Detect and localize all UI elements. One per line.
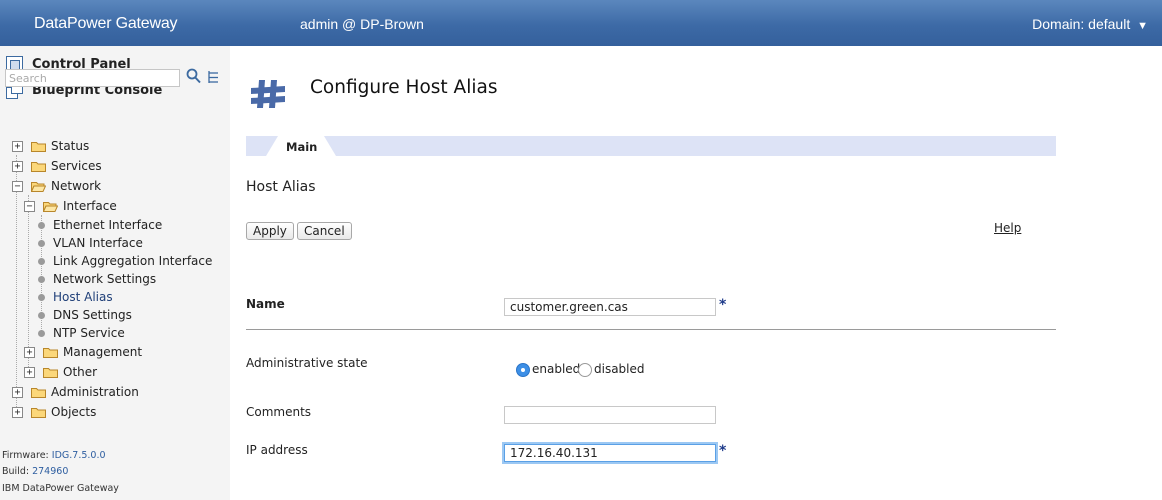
chevron-down-icon[interactable]: ▼ [1137,20,1148,32]
firmware-info: Firmware: IDG.7.5.0.0 [2,450,106,461]
tree-item-label[interactable]: VLAN Interface [53,236,143,250]
tree-item-label[interactable]: NTP Service [53,326,125,340]
disabled-radio[interactable] [578,363,592,377]
divider [246,329,1056,330]
tree-item-management[interactable]: + Management [24,343,142,361]
tree-item-objects[interactable]: + Objects [12,403,96,421]
cancel-button[interactable]: Cancel [297,222,352,240]
domain-label[interactable]: Domain: default [1032,16,1130,32]
bullet-icon [38,239,45,247]
folder-icon [31,407,46,418]
folder-icon [31,141,46,152]
tree-item-vlan-interface[interactable]: VLAN Interface [38,234,143,252]
bullet-icon [38,293,45,301]
tree-item-label[interactable]: Host Alias [53,290,113,304]
tree-item-other[interactable]: + Other [24,363,97,381]
top-header: DataPower Gateway admin @ DP-Brown Domai… [0,0,1162,46]
expand-icon[interactable]: + [24,346,35,358]
tree-item-network[interactable]: − Network [12,177,101,195]
tree-item-status[interactable]: + Status [12,137,89,155]
bullet-icon [38,257,45,265]
folder-icon [43,367,58,378]
bullet-icon [38,311,45,319]
tree-item-dns-settings[interactable]: DNS Settings [38,306,132,324]
tree-item-label[interactable]: Network Settings [53,272,156,286]
enabled-label[interactable]: enabled [532,362,580,376]
tree-item-label[interactable]: Administration [51,385,139,399]
admin-state-label: Administrative state [246,356,368,370]
tree-item-label[interactable]: Services [51,159,102,173]
bullet-icon [38,275,45,283]
expand-icon[interactable]: + [12,386,23,398]
tab-main-label[interactable]: Main [286,140,317,154]
build-value: 274960 [32,466,69,477]
tree-item-services[interactable]: + Services [12,157,102,175]
tree-item-interface[interactable]: − Interface [24,197,117,215]
tab-bar [246,136,1056,156]
build-info: Build: 274960 [2,466,68,477]
tree-item-administration[interactable]: + Administration [12,383,139,401]
expand-icon[interactable]: + [24,366,35,378]
host-alias-icon [251,80,285,108]
comments-label: Comments [246,405,312,419]
folder-icon [31,161,46,172]
search-icon[interactable] [186,68,201,84]
folder-open-icon [31,181,46,192]
ip-address-field[interactable] [504,444,716,462]
required-marker: * [719,443,727,459]
product-name: IBM DataPower Gateway [2,483,119,494]
enabled-radio[interactable] [516,363,530,377]
tree-item-host-alias[interactable]: Host Alias [38,288,113,306]
folder-icon [43,347,58,358]
required-marker: * [719,297,727,313]
expand-icon[interactable]: + [12,140,23,152]
tree-item-label[interactable]: Interface [63,199,117,213]
apply-button[interactable]: Apply [246,222,294,240]
tree-item-network-settings[interactable]: Network Settings [38,270,156,288]
section-title: Host Alias [246,179,316,195]
expand-icon[interactable]: + [12,160,23,172]
firmware-value: IDG.7.5.0.0 [51,450,106,461]
disabled-label[interactable]: disabled [594,362,645,376]
user-domain-label: admin @ DP-Brown [300,16,424,32]
tree-item-ntp-service[interactable]: NTP Service [38,324,125,342]
tree-item-label[interactable]: Other [63,365,97,379]
bullet-icon [38,221,45,229]
folder-icon [31,387,46,398]
firmware-label: Firmware: [2,450,49,461]
tree-item-label[interactable]: Status [51,139,89,153]
page-title: Configure Host Alias [310,77,498,98]
tree-item-ethernet-interface[interactable]: Ethernet Interface [38,216,162,234]
folder-open-icon [43,201,58,212]
help-link[interactable]: Help [994,221,1021,235]
comments-field[interactable] [504,406,716,424]
brand-title: DataPower Gateway [34,15,178,32]
bullet-icon [38,329,45,337]
expand-icon[interactable]: + [12,406,23,418]
ip-address-label: IP address [246,443,308,457]
collapse-icon[interactable]: − [24,200,35,212]
tree-item-label[interactable]: Ethernet Interface [53,218,162,232]
tree-item-label[interactable]: Network [51,179,101,193]
search-input[interactable] [5,69,180,87]
tree-item-label[interactable]: Management [63,345,142,359]
tree-item-label[interactable]: DNS Settings [53,308,132,322]
tree-view-icon[interactable] [207,70,219,84]
build-label: Build: [2,466,30,477]
domain-selector[interactable]: Domain: default ▼ [1032,16,1148,32]
tree-item-label[interactable]: Link Aggregation Interface [53,254,212,268]
name-field[interactable] [504,298,716,316]
name-label: Name [246,297,285,311]
tree-item-link-aggregation[interactable]: Link Aggregation Interface [38,252,212,270]
tree-item-label[interactable]: Objects [51,405,96,419]
collapse-icon[interactable]: − [12,180,23,192]
